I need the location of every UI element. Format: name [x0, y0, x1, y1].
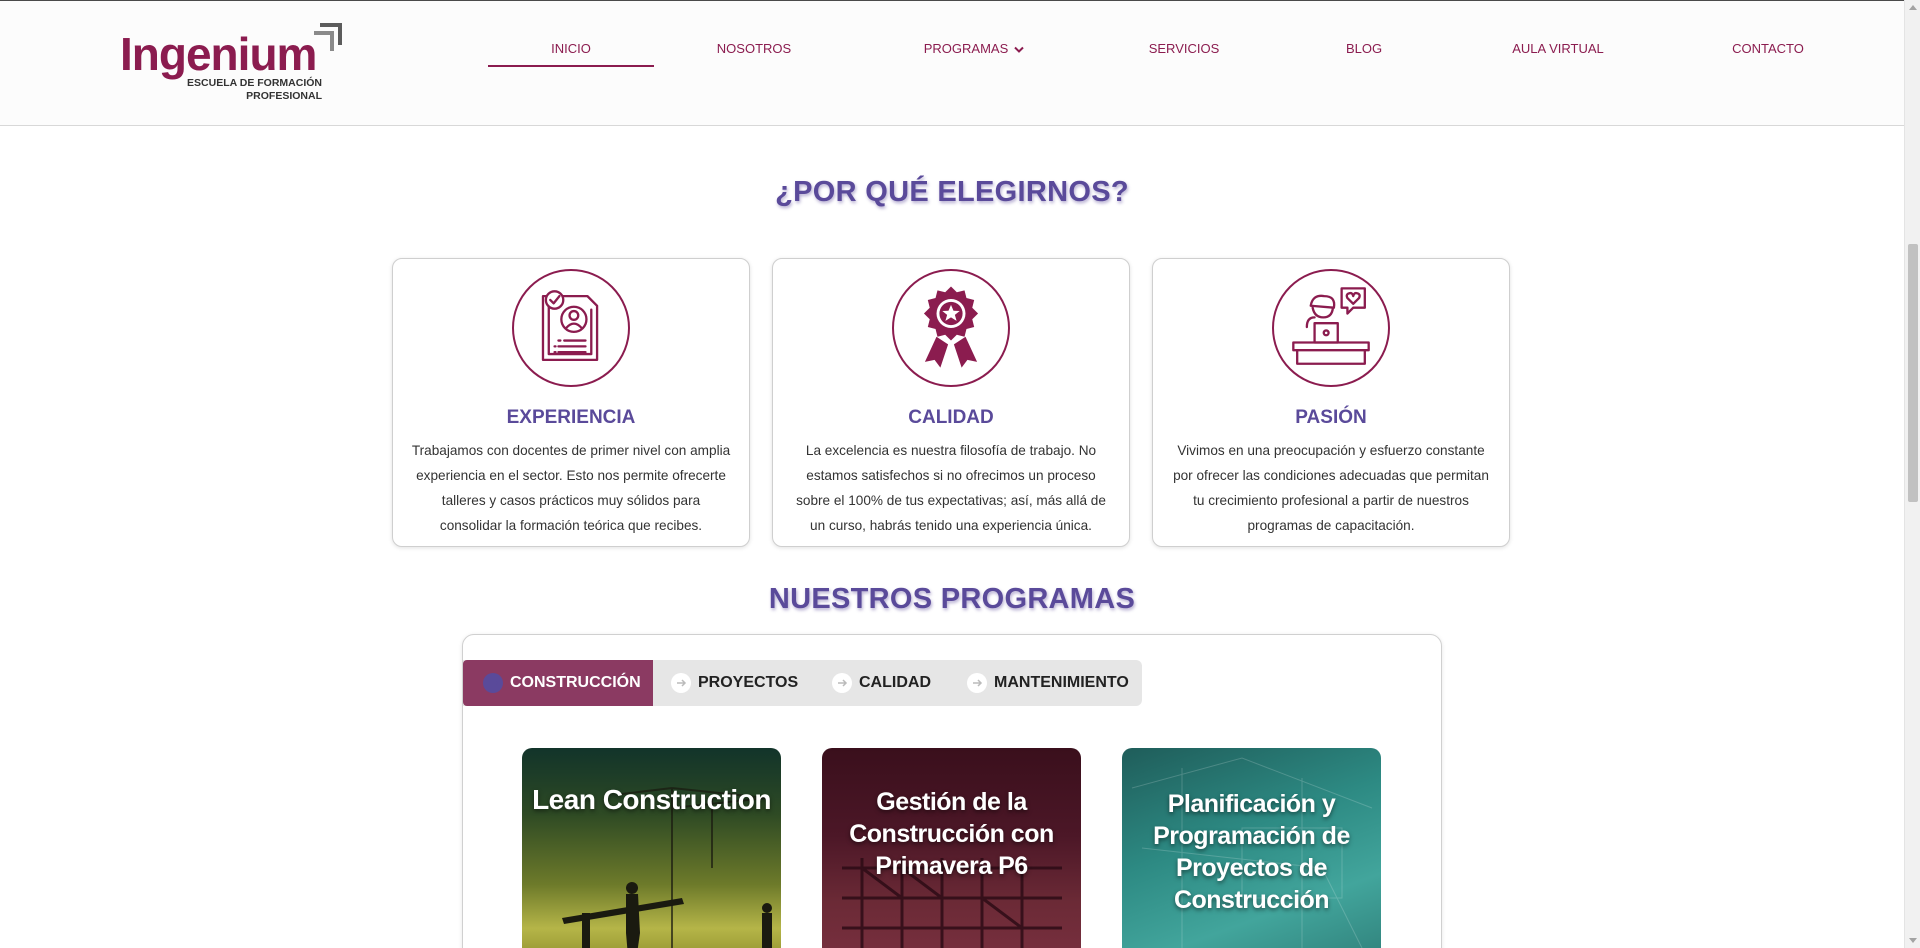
programs-panel: CONSTRUCCIÓN PROYECTOS CALIDAD MANTENIMI… [462, 634, 1442, 948]
award-ribbon-icon [892, 269, 1010, 387]
tab-label: PROYECTOS [698, 674, 799, 691]
tab-label: CALIDAD [859, 674, 931, 691]
why-section-title: ¿POR QUÉ ELEGIRNOS? [775, 176, 1129, 208]
program-card-title: Planificación y Programación de Proyecto… [1153, 790, 1350, 914]
program-card-planificacion[interactable]: Planificación y Programación de Proyecto… [1122, 748, 1381, 948]
logo-corner-mark-icon [314, 23, 342, 51]
logo-tagline-line1: ESCUELA DE FORMACIÓN [187, 77, 322, 89]
tab-label: CONSTRUCCIÓN [510, 674, 641, 691]
nav-item-nosotros[interactable]: NOSOTROS [700, 39, 808, 67]
nav-item-aula-virtual[interactable]: AULA VIRTUAL [1496, 39, 1620, 67]
nav-item-contacto[interactable]: CONTACTO [1718, 39, 1818, 67]
scroll-down-arrow-icon[interactable] [1909, 938, 1917, 943]
arrow-right-circle-icon [832, 673, 852, 693]
program-card-title: Lean Construction [532, 784, 771, 815]
feature-description: La excelencia es nuestra filosofía de tr… [796, 443, 1106, 533]
feature-card-experiencia: EXPERIENCIA Trabajamos con docentes de p… [392, 258, 750, 547]
logo-tagline: ESCUELA DE FORMACIÓN PROFESIONAL [187, 77, 322, 103]
program-card-lean-construction[interactable]: Lean Construction [522, 748, 781, 948]
tab-construccion[interactable]: CONSTRUCCIÓN [463, 660, 653, 706]
program-tabs: CONSTRUCCIÓN PROYECTOS CALIDAD MANTENIMI… [463, 660, 1142, 706]
scroll-up-arrow-icon[interactable] [1909, 5, 1917, 10]
logo-tagline-line2: PROFESIONAL [246, 90, 322, 102]
arrow-right-circle-icon [483, 673, 503, 693]
nav-item-blog[interactable]: BLOG [1324, 39, 1404, 67]
program-card-title: Gestión de la Construcción con Primavera… [849, 788, 1054, 880]
tab-calidad[interactable]: CALIDAD [832, 660, 931, 706]
page-scrollbar[interactable] [1904, 0, 1920, 948]
ingenium-logo[interactable]: Ingenium ESCUELA DE FORMACIÓN PROFESIONA… [120, 21, 342, 111]
chevron-down-icon [1014, 46, 1024, 53]
feature-description: Trabajamos con docentes de primer nivel … [411, 443, 731, 533]
tab-proyectos[interactable]: PROYECTOS [671, 660, 798, 706]
program-card-primavera-p6[interactable]: Gestión de la Construcción con Primavera… [822, 748, 1081, 948]
scrollbar-thumb[interactable] [1908, 244, 1918, 502]
nav-item-programas-label: PROGRAMAS [923, 41, 1009, 56]
logo-wordmark: Ingenium [120, 28, 317, 80]
nav-item-inicio[interactable]: INICIO [488, 39, 654, 67]
construction-crane-image [562, 787, 772, 948]
feature-title: EXPERIENCIA [506, 407, 636, 428]
feature-card-calidad: CALIDAD La excelencia es nuestra filosof… [772, 258, 1130, 547]
arrow-right-circle-icon [967, 673, 987, 693]
teacher-desk-heart-icon [1272, 269, 1390, 387]
arrow-right-circle-icon [671, 673, 691, 693]
feature-description: Vivimos en una preocupación y esfuerzo c… [1173, 443, 1489, 533]
tab-mantenimiento[interactable]: MANTENIMIENTO [967, 660, 1129, 706]
feature-title: CALIDAD [908, 407, 994, 428]
site-header: Ingenium ESCUELA DE FORMACIÓN PROFESIONA… [0, 0, 1904, 126]
feature-card-pasion: PASIÓN Vivimos en una preocupación y esf… [1152, 258, 1510, 547]
feature-title: PASIÓN [1295, 407, 1367, 428]
resume-checklist-icon [512, 269, 630, 387]
nav-item-programas[interactable]: PROGRAMAS [910, 39, 1038, 67]
nav-item-servicios[interactable]: SERVICIOS [1130, 39, 1238, 67]
tab-label: MANTENIMIENTO [994, 674, 1129, 691]
programs-section-title: NUESTROS PROGRAMAS [768, 583, 1136, 615]
